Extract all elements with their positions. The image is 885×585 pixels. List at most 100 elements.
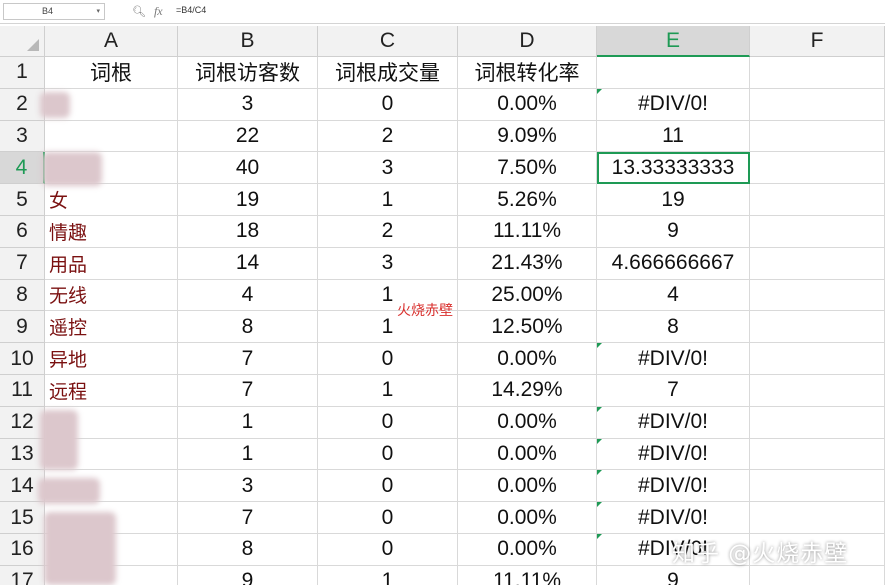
cell-b17[interactable]: 9 — [178, 565, 318, 585]
cell-d11[interactable]: 14.29% — [458, 374, 597, 407]
cell-d8[interactable]: 25.00% — [458, 279, 597, 312]
cell-f14[interactable] — [750, 470, 885, 503]
cell-f3[interactable] — [750, 120, 885, 153]
cell-a1[interactable]: 词根 — [45, 57, 178, 89]
row-header[interactable]: 3 — [0, 120, 45, 153]
cell-c3[interactable]: 2 — [318, 120, 458, 153]
cell-f10[interactable] — [750, 343, 885, 375]
cell-b14[interactable]: 3 — [178, 470, 318, 503]
cell-b1[interactable]: 词根访客数 — [178, 57, 318, 89]
cell-e5[interactable]: 19 — [597, 184, 750, 216]
cell-b7[interactable]: 14 — [178, 247, 318, 280]
cell-e3[interactable]: 11 — [597, 120, 750, 153]
cell-d6[interactable]: 11.11% — [458, 215, 597, 248]
cell-f8[interactable] — [750, 279, 885, 312]
cell-b11[interactable]: 7 — [178, 374, 318, 407]
cell-e1[interactable] — [597, 57, 750, 89]
cell-c16[interactable]: 0 — [318, 533, 458, 566]
name-box-dropdown-icon[interactable]: ▾ — [96, 7, 100, 15]
cell-c1[interactable]: 词根成交量 — [318, 57, 458, 89]
row-header[interactable]: 11 — [0, 374, 45, 407]
row-header[interactable]: 12 — [0, 406, 45, 439]
column-header-d[interactable]: D — [458, 26, 597, 57]
row-header[interactable]: 8 — [0, 279, 45, 312]
cell-d9[interactable]: 12.50% — [458, 311, 597, 344]
cell-a8[interactable]: 无线 — [45, 279, 178, 312]
row-header[interactable]: 13 — [0, 438, 45, 471]
cell-d13[interactable]: 0.00% — [458, 438, 597, 471]
cell-c5[interactable]: 1 — [318, 184, 458, 216]
cell-d15[interactable]: 0.00% — [458, 502, 597, 534]
cell-c13[interactable]: 0 — [318, 438, 458, 471]
cell-d17[interactable]: 11.11% — [458, 565, 597, 585]
row-header[interactable]: 5 — [0, 184, 45, 216]
row-header[interactable]: 9 — [0, 311, 45, 344]
cell-e11[interactable]: 7 — [597, 374, 750, 407]
cell-e14[interactable]: #DIV/0! — [597, 470, 750, 503]
column-header-f[interactable]: F — [750, 26, 885, 57]
cell-b12[interactable]: 1 — [178, 406, 318, 439]
row-header[interactable]: 17 — [0, 565, 45, 585]
cell-a3[interactable] — [45, 120, 178, 153]
cell-c12[interactable]: 0 — [318, 406, 458, 439]
cell-f15[interactable] — [750, 502, 885, 534]
cell-e9[interactable]: 8 — [597, 311, 750, 344]
cell-e4[interactable]: 13.33333333 — [597, 152, 750, 185]
cell-e2[interactable]: #DIV/0! — [597, 88, 750, 121]
cell-f12[interactable] — [750, 406, 885, 439]
cell-a5[interactable]: 女 — [45, 184, 178, 216]
cell-b16[interactable]: 8 — [178, 533, 318, 566]
cell-e17[interactable]: 9 — [597, 565, 750, 585]
cell-c14[interactable]: 0 — [318, 470, 458, 503]
cell-c15[interactable]: 0 — [318, 502, 458, 534]
column-header-b[interactable]: B — [178, 26, 318, 57]
cell-d3[interactable]: 9.09% — [458, 120, 597, 153]
cell-b3[interactable]: 22 — [178, 120, 318, 153]
cell-d4[interactable]: 7.50% — [458, 152, 597, 185]
cell-b5[interactable]: 19 — [178, 184, 318, 216]
cell-d12[interactable]: 0.00% — [458, 406, 597, 439]
cell-b6[interactable]: 18 — [178, 215, 318, 248]
formula-input[interactable]: =B4/C4 — [176, 5, 206, 15]
cell-f9[interactable] — [750, 311, 885, 344]
cell-b10[interactable]: 7 — [178, 343, 318, 375]
column-header-c[interactable]: C — [318, 26, 458, 57]
cell-f11[interactable] — [750, 374, 885, 407]
cell-f4[interactable] — [750, 152, 885, 185]
row-header[interactable]: 1 — [0, 57, 45, 89]
row-header[interactable]: 7 — [0, 247, 45, 280]
fx-icon[interactable]: fx — [154, 4, 163, 19]
cell-c11[interactable]: 1 — [318, 374, 458, 407]
cell-c6[interactable]: 2 — [318, 215, 458, 248]
magnifier-icon[interactable]: 🔍︎ — [132, 5, 146, 18]
cell-d1[interactable]: 词根转化率 — [458, 57, 597, 89]
cell-f6[interactable] — [750, 215, 885, 248]
cell-f13[interactable] — [750, 438, 885, 471]
cell-e12[interactable]: #DIV/0! — [597, 406, 750, 439]
column-header-a[interactable]: A — [45, 26, 178, 57]
cell-b15[interactable]: 7 — [178, 502, 318, 534]
cell-b9[interactable]: 8 — [178, 311, 318, 344]
cell-f17[interactable] — [750, 565, 885, 585]
cell-d14[interactable]: 0.00% — [458, 470, 597, 503]
cell-a7[interactable]: 用品 — [45, 247, 178, 280]
cell-c2[interactable]: 0 — [318, 88, 458, 121]
cell-e13[interactable]: #DIV/0! — [597, 438, 750, 471]
cell-e7[interactable]: 4.666666667 — [597, 247, 750, 280]
cell-a11[interactable]: 远程 — [45, 374, 178, 407]
cell-e10[interactable]: #DIV/0! — [597, 343, 750, 375]
cell-d5[interactable]: 5.26% — [458, 184, 597, 216]
cell-b13[interactable]: 1 — [178, 438, 318, 471]
cell-c4[interactable]: 3 — [318, 152, 458, 185]
row-header[interactable]: 6 — [0, 215, 45, 248]
select-all-corner[interactable] — [0, 26, 45, 57]
cell-e8[interactable]: 4 — [597, 279, 750, 312]
cell-d7[interactable]: 21.43% — [458, 247, 597, 280]
cell-e6[interactable]: 9 — [597, 215, 750, 248]
row-header[interactable]: 4 — [0, 152, 45, 185]
row-header[interactable]: 15 — [0, 502, 45, 534]
cell-b2[interactable]: 3 — [178, 88, 318, 121]
cell-f1[interactable] — [750, 57, 885, 89]
cell-d2[interactable]: 0.00% — [458, 88, 597, 121]
cell-d16[interactable]: 0.00% — [458, 533, 597, 566]
